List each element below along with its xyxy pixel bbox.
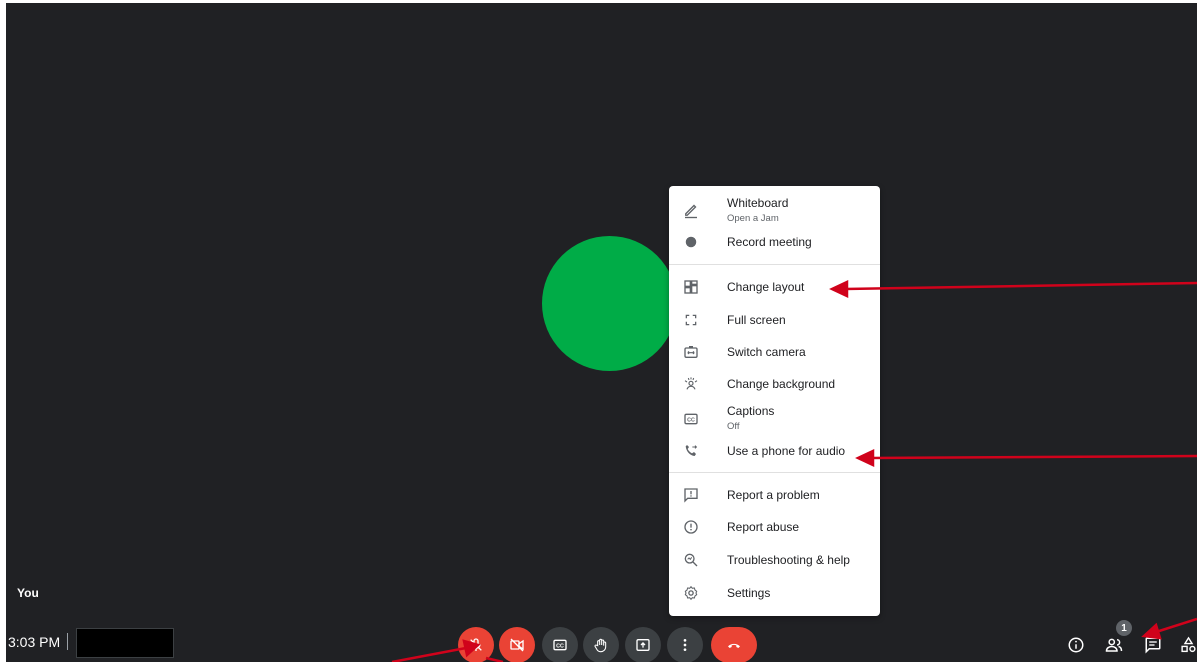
fullscreen-icon [681,310,701,330]
camera-toggle-button[interactable] [499,627,535,662]
meeting-clock: 3:03 PM [8,634,61,650]
cc-icon: CC [553,639,567,651]
feedback-icon [681,485,701,505]
svg-text:CC: CC [556,643,564,649]
people-button[interactable] [1102,633,1126,657]
menu-item-settings[interactable]: Settings [669,583,880,603]
help-search-icon [681,550,701,570]
menu-label: Captions [727,404,775,418]
captions-button[interactable]: CC [542,627,578,662]
info-icon [1068,637,1084,653]
raise-hand-button[interactable] [583,627,619,662]
menu-label: Report abuse [727,520,800,534]
chat-icon [1145,637,1161,654]
menu-item-phone-audio[interactable]: Use a phone for audio [669,441,880,461]
activities-icon [1181,636,1196,653]
menu-label: Full screen [727,313,786,327]
menu-item-change-layout[interactable]: Change layout [669,277,880,297]
more-options-button[interactable] [667,627,703,662]
redacted-meeting-code [76,628,174,658]
raise-hand-icon [594,638,607,653]
background-effect-icon [681,374,701,394]
present-now-button[interactable] [625,627,661,662]
menu-item-switch-camera[interactable]: Switch camera [669,342,880,362]
self-tile-label: You [17,586,39,600]
screenshot-stage: You 3:03 PM CC 1 Whiteboard Open a Jam R… [0,0,1197,662]
menu-label: Change layout [727,280,805,294]
menu-label: Whiteboard [727,196,789,210]
menu-label: Settings [727,586,771,600]
pen-icon [681,200,701,220]
clock-divider [67,633,68,650]
menu-label: Troubleshooting & help [727,553,850,567]
gear-icon [681,583,701,603]
switch-camera-icon [681,342,701,362]
menu-sublabel: Off [727,421,740,432]
menu-item-whiteboard[interactable]: Whiteboard Open a Jam [669,194,880,228]
menu-item-report-problem[interactable]: Report a problem [669,485,880,505]
phone-forward-icon [681,441,701,461]
menu-divider [669,264,880,265]
menu-item-record-meeting[interactable]: Record meeting [669,232,880,252]
present-icon [636,639,650,651]
menu-item-report-abuse[interactable]: Report abuse [669,517,880,537]
leave-call-button[interactable] [711,627,757,662]
menu-item-change-background[interactable]: Change background [669,374,880,394]
meeting-details-button[interactable] [1064,633,1088,657]
menu-label: Report a problem [727,488,820,502]
more-options-menu: Whiteboard Open a Jam Record meeting Cha… [669,186,880,616]
menu-item-captions[interactable]: CC Captions Off [669,404,880,434]
menu-label: Use a phone for audio [727,444,846,458]
people-icon [1105,638,1123,652]
menu-label: Change background [727,377,836,391]
alert-circle-icon [681,517,701,537]
more-vert-icon [683,639,687,651]
activities-button[interactable] [1180,633,1197,657]
menu-item-full-screen[interactable]: Full screen [669,310,880,330]
menu-item-troubleshooting[interactable]: Troubleshooting & help [669,550,880,570]
svg-text:CC: CC [687,417,695,423]
camera-off-icon [510,638,524,652]
mic-off-icon [470,638,482,651]
layout-grid-icon [681,277,701,297]
menu-sublabel: Open a Jam [727,213,779,224]
menu-label: Switch camera [727,345,806,359]
chat-button[interactable] [1141,633,1165,657]
mic-toggle-button[interactable] [458,627,494,662]
menu-label: Record meeting [727,235,812,249]
cc-icon: CC [681,409,701,429]
record-dot-icon [681,232,701,252]
hangup-icon [728,643,740,648]
menu-divider [669,472,880,473]
participants-count-badge: 1 [1116,620,1132,636]
participant-avatar [542,236,677,371]
